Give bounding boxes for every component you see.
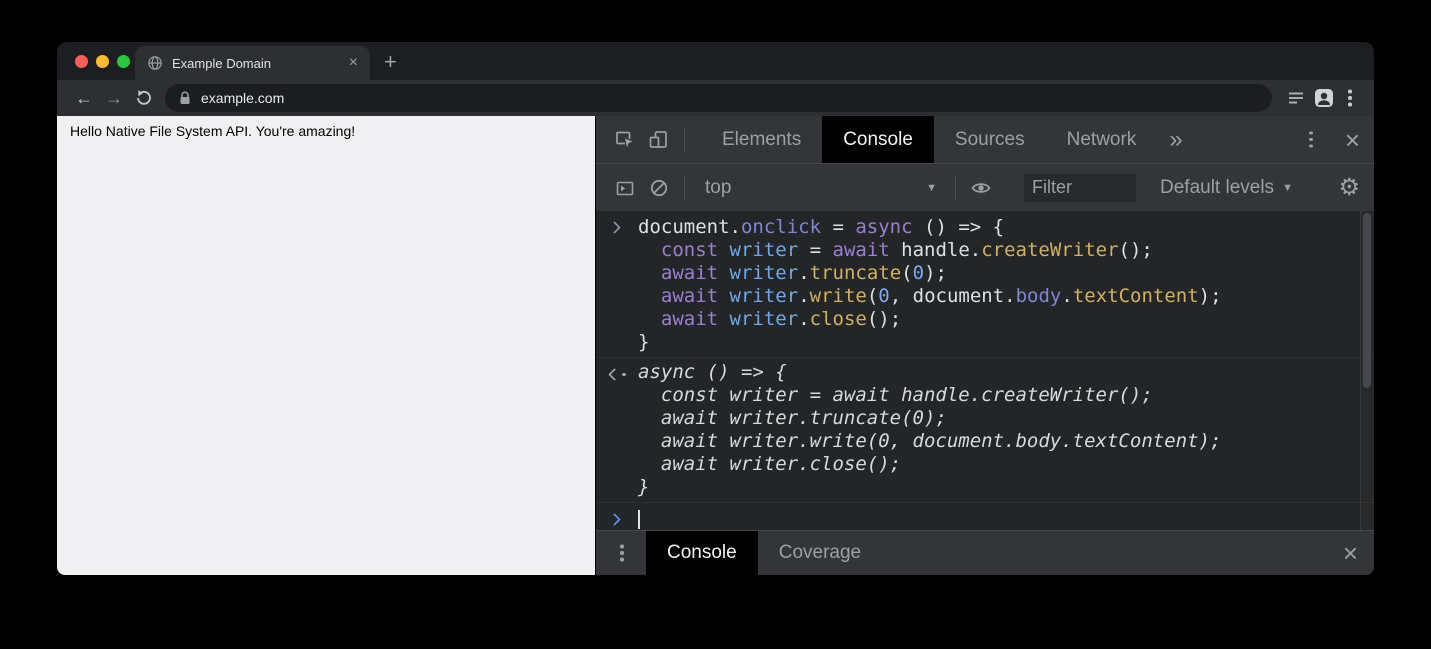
- page-content: Hello Native File System API. You're ama…: [57, 116, 595, 575]
- devtools-panel: ElementsConsoleSourcesNetwork » ×: [595, 116, 1374, 575]
- divider: [955, 175, 956, 201]
- forward-button[interactable]: →: [99, 89, 129, 107]
- devtools-tab-console[interactable]: Console: [822, 116, 934, 163]
- console-sidebar-icon[interactable]: [608, 171, 642, 205]
- scrollbar[interactable]: [1360, 211, 1374, 530]
- context-dropdown[interactable]: top ▼: [695, 177, 947, 199]
- levels-label: Default levels: [1160, 177, 1274, 199]
- devtools-close-icon[interactable]: ×: [1345, 127, 1360, 153]
- back-button[interactable]: ←: [69, 89, 99, 107]
- chevron-down-icon: ▼: [926, 182, 937, 194]
- zoom-button[interactable]: [117, 55, 130, 68]
- devtools-tabs: ElementsConsoleSourcesNetwork: [701, 116, 1157, 163]
- devtools-tab-sources[interactable]: Sources: [934, 116, 1046, 163]
- more-tabs-icon[interactable]: »: [1169, 128, 1182, 152]
- eye-icon[interactable]: [964, 171, 998, 205]
- console-input: document.onclick = async () => { const w…: [596, 213, 1374, 358]
- browser-toolbar: ← → example.com: [57, 80, 1374, 116]
- tab-close-icon[interactable]: ×: [349, 55, 358, 71]
- minimize-button[interactable]: [96, 55, 109, 68]
- devtools-tab-elements[interactable]: Elements: [701, 116, 822, 163]
- new-tab-button[interactable]: +: [384, 51, 397, 73]
- settings-gear-icon[interactable]: ⚙: [1338, 176, 1360, 200]
- input-chevron-icon: [608, 221, 621, 234]
- devtools-drawer: ConsoleCoverage ×: [596, 530, 1374, 575]
- console-panel: document.onclick = async () => { const w…: [596, 211, 1374, 530]
- devtools-tab-network[interactable]: Network: [1046, 116, 1158, 163]
- divider: [684, 127, 685, 153]
- browser-tab[interactable]: Example Domain ×: [135, 46, 370, 80]
- console-result: async () => { const writer = await handl…: [596, 358, 1374, 503]
- traffic-lights: [75, 55, 130, 68]
- browser-window: Example Domain × + ← → example.com: [57, 42, 1374, 575]
- url-text: example.com: [201, 90, 284, 106]
- lock-icon: [179, 91, 191, 106]
- tab-title: Example Domain: [172, 56, 349, 71]
- scrollbar-thumb[interactable]: [1363, 213, 1371, 388]
- tab-strip: Example Domain × +: [57, 42, 1374, 80]
- device-toolbar-icon[interactable]: [642, 123, 676, 157]
- chevron-down-icon: ▼: [1282, 182, 1293, 194]
- drawer-tab-console[interactable]: Console: [646, 531, 758, 575]
- console-toolbar: top ▼ Default levels ▼: [596, 163, 1374, 211]
- drawer-menu-icon[interactable]: [610, 541, 634, 565]
- content-area: Hello Native File System API. You're ama…: [57, 116, 1374, 575]
- page-text: Hello Native File System API. You're ama…: [70, 123, 355, 139]
- console-messages: document.onclick = async () => { const w…: [596, 213, 1374, 503]
- divider: [684, 175, 685, 201]
- text-cursor: [638, 510, 640, 529]
- desktop-background: Example Domain × + ← → example.com: [0, 0, 1431, 649]
- devtools-tab-bar: ElementsConsoleSourcesNetwork » ×: [596, 116, 1374, 163]
- inspect-element-icon[interactable]: [608, 123, 642, 157]
- reload-button[interactable]: [129, 88, 159, 108]
- drawer-tabs: ConsoleCoverage: [646, 531, 882, 575]
- globe-icon: [147, 55, 163, 71]
- drawer-tab-coverage[interactable]: Coverage: [758, 531, 882, 575]
- close-button[interactable]: [75, 55, 88, 68]
- browser-menu-icon[interactable]: [1338, 86, 1362, 110]
- log-levels-dropdown[interactable]: Default levels ▼: [1160, 177, 1293, 199]
- filter-input[interactable]: [1024, 174, 1136, 202]
- devtools-menu-icon[interactable]: [1299, 128, 1323, 152]
- console-prompt[interactable]: [596, 503, 1374, 530]
- clear-console-icon[interactable]: [642, 171, 676, 205]
- lines-icon[interactable]: [1282, 88, 1310, 108]
- context-label: top: [705, 177, 731, 199]
- address-bar[interactable]: example.com: [165, 84, 1272, 112]
- profile-avatar[interactable]: [1310, 88, 1338, 108]
- result-arrow-icon: [610, 368, 622, 380]
- prompt-chevron-icon: [608, 513, 621, 526]
- drawer-close-icon[interactable]: ×: [1343, 540, 1358, 566]
